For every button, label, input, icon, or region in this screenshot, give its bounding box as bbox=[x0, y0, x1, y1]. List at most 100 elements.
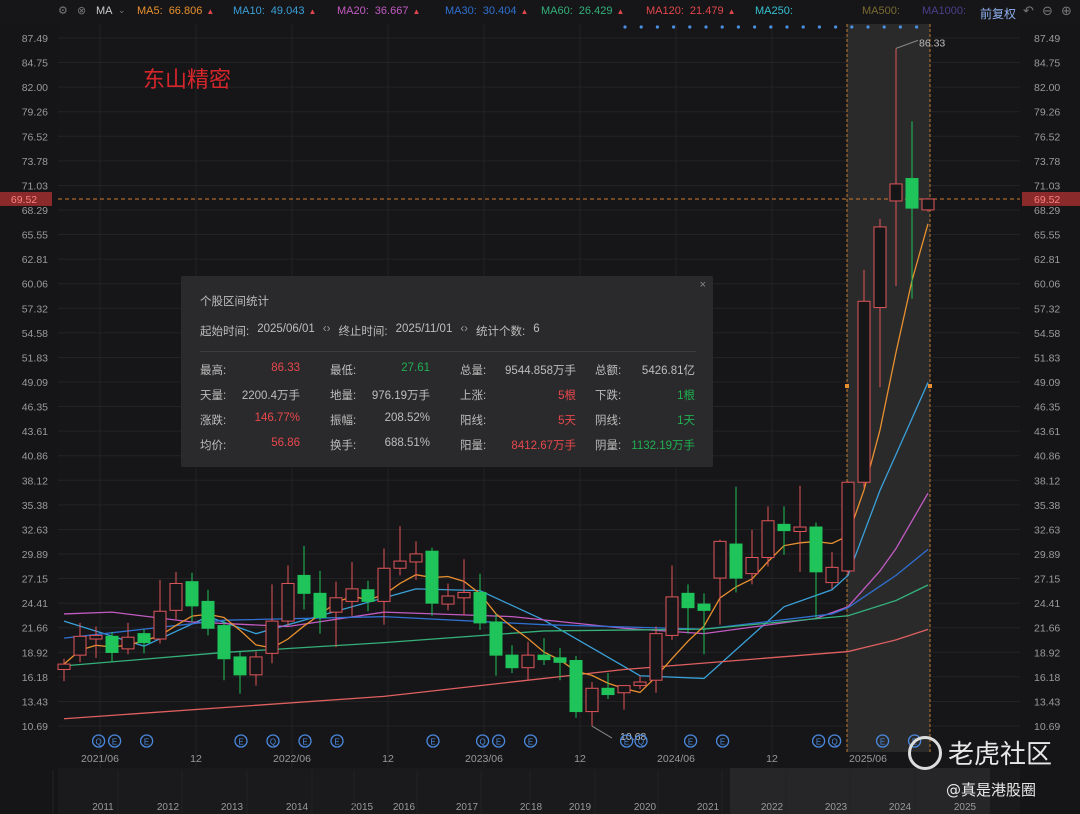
ma-legend-ma5[interactable]: MA5: 66.806 ▲ bbox=[137, 5, 214, 17]
timeline-dot bbox=[882, 25, 886, 29]
ma-legend-ma10[interactable]: MA10: 49.043 ▲ bbox=[233, 5, 316, 17]
event-type: E bbox=[688, 738, 693, 747]
close-icon[interactable]: × bbox=[700, 279, 706, 291]
candle-body bbox=[857, 300, 871, 483]
candle-body bbox=[137, 633, 151, 644]
stat-cell: 涨跌: 146.77% bbox=[200, 412, 300, 428]
candle-body bbox=[121, 636, 135, 650]
timeline-dot bbox=[704, 25, 708, 29]
indicator-toolbar: ⚙ ⊗ MA ⌄ MA5: 66.806 ▲ MA10: 49.043 ▲ MA20: 36.… bbox=[0, 0, 1080, 24]
ma-legend-ma60[interactable]: MA60: 26.429 ▲ bbox=[541, 5, 624, 17]
y-tick-label-right: 29.89 bbox=[1034, 549, 1060, 561]
stat-cell: 振幅: 208.52% bbox=[330, 412, 430, 428]
watermark-brand-text: 老虎社区 bbox=[948, 740, 1053, 770]
y-tick-label-left: 10.69 bbox=[22, 721, 48, 733]
candle-body bbox=[425, 550, 439, 604]
timeline-dot bbox=[769, 25, 773, 29]
ma-label: MA1000: bbox=[922, 5, 967, 17]
start-adjust-icon[interactable]: ‹› bbox=[323, 323, 331, 339]
candle bbox=[921, 198, 935, 212]
zoom-in-icon[interactable]: ⊕ bbox=[1061, 3, 1072, 19]
end-date[interactable]: 2025/11/01 bbox=[396, 323, 453, 339]
ma-value: 30.404 bbox=[482, 5, 517, 17]
start-date[interactable]: 2025/06/01 bbox=[257, 323, 315, 339]
ma-legend-ma120[interactable]: MA120: 21.479 ▲ bbox=[646, 5, 736, 17]
ma-legend-ma1000[interactable]: MA1000: bbox=[922, 5, 972, 17]
x-tick-label: 2021/06 bbox=[81, 753, 119, 765]
y-tick-label-left: 38.12 bbox=[22, 475, 48, 487]
stat-label: 阴线: bbox=[595, 415, 622, 427]
y-tick-label-right: 51.83 bbox=[1034, 352, 1060, 364]
y-tick-label-left: 62.81 bbox=[22, 254, 48, 266]
y-tick-label-right: 40.86 bbox=[1034, 451, 1060, 463]
y-tick-label-left: 16.18 bbox=[22, 672, 48, 684]
y-tick-label-right: 60.06 bbox=[1034, 279, 1060, 291]
event-type: E bbox=[720, 738, 725, 747]
ma-value: 21.479 bbox=[689, 5, 724, 17]
y-tick-label-right: 62.81 bbox=[1034, 254, 1060, 266]
y-tick-label-left: 71.03 bbox=[22, 180, 48, 192]
ma-legend-ma20[interactable]: MA20: 36.667 ▲ bbox=[337, 5, 420, 17]
y-tick-label-left: 87.49 bbox=[22, 33, 48, 45]
x-tick-label: 2023/06 bbox=[465, 753, 503, 765]
ma-legend-ma250[interactable]: MA250: bbox=[755, 5, 799, 17]
candle-body bbox=[73, 635, 87, 656]
stat-value: 1132.19万手 bbox=[631, 440, 695, 452]
count-label: 统计个数: bbox=[476, 326, 526, 338]
ma-label: MA120: bbox=[646, 5, 684, 17]
y-tick-label-left: 29.89 bbox=[22, 549, 48, 561]
candle-body bbox=[697, 603, 711, 611]
watermark-author: @真是港股圈 bbox=[946, 781, 1037, 799]
stat-value: 976.19万手 bbox=[371, 390, 430, 402]
y-tick-label-left: 21.66 bbox=[22, 623, 48, 635]
y-tick-label-left: 32.63 bbox=[22, 524, 48, 536]
x-tick-label: 2025/06 bbox=[849, 753, 887, 765]
candle-body bbox=[441, 595, 455, 605]
y-tick-label-right: 18.92 bbox=[1034, 647, 1060, 659]
y-tick-label-right: 71.03 bbox=[1034, 180, 1060, 192]
candle-body bbox=[505, 654, 519, 669]
stat-value: 86.33 bbox=[271, 362, 300, 374]
timeline-dot bbox=[672, 25, 676, 29]
zoom-out-icon[interactable]: ⊖ bbox=[1042, 3, 1053, 19]
adjust-mode-button[interactable]: 前复权 bbox=[980, 5, 1016, 22]
candle-body bbox=[777, 523, 791, 532]
undo-icon[interactable]: ↶ bbox=[1023, 3, 1034, 19]
candle-body bbox=[217, 625, 231, 660]
event-type: E bbox=[624, 738, 629, 747]
candle-body bbox=[825, 566, 839, 584]
navigator-year-label: 2020 bbox=[634, 802, 657, 813]
y-tick-label-right: 82.00 bbox=[1034, 82, 1060, 94]
event-type: E bbox=[880, 738, 885, 747]
event-type: E bbox=[238, 738, 243, 747]
candle-body bbox=[249, 656, 263, 676]
ma-legend-ma500[interactable]: MA500: bbox=[862, 5, 906, 17]
candle-body bbox=[185, 581, 199, 607]
up-arrow-icon: ▲ bbox=[308, 7, 317, 16]
indicator-name[interactable]: MA bbox=[96, 5, 113, 17]
settings-gear-icon[interactable]: ⚙ bbox=[58, 4, 68, 17]
event-type: E bbox=[496, 738, 501, 747]
chevron-down-icon[interactable]: ⌄ bbox=[118, 5, 126, 16]
y-tick-label-right: 57.32 bbox=[1034, 303, 1060, 315]
navigator-year-label: 2022 bbox=[761, 802, 784, 813]
event-type: E bbox=[816, 738, 821, 747]
y-tick-label-left: 54.58 bbox=[22, 328, 48, 340]
close-circle-icon[interactable]: ⊗ bbox=[77, 4, 86, 17]
ma-value: 66.806 bbox=[168, 5, 203, 17]
y-tick-label-left: 35.38 bbox=[22, 500, 48, 512]
y-tick-label-right: 76.52 bbox=[1034, 131, 1060, 143]
event-type: E bbox=[112, 738, 117, 747]
candle-body bbox=[905, 178, 919, 209]
stat-value: 5根 bbox=[558, 390, 576, 402]
navigator-year-label: 2014 bbox=[286, 802, 309, 813]
y-tick-label-left: 18.92 bbox=[22, 647, 48, 659]
stat-cell: 均价: 56.86 bbox=[200, 437, 300, 453]
timeline-dot bbox=[866, 25, 870, 29]
end-adjust-icon[interactable]: ‹› bbox=[460, 323, 468, 339]
ma-legend-ma30[interactable]: MA30: 30.404 ▲ bbox=[445, 5, 528, 17]
candle-body bbox=[761, 520, 775, 558]
candle bbox=[841, 481, 855, 575]
stat-cell: 换手: 688.51% bbox=[330, 437, 430, 453]
start-label: 起始时间: bbox=[200, 326, 250, 338]
